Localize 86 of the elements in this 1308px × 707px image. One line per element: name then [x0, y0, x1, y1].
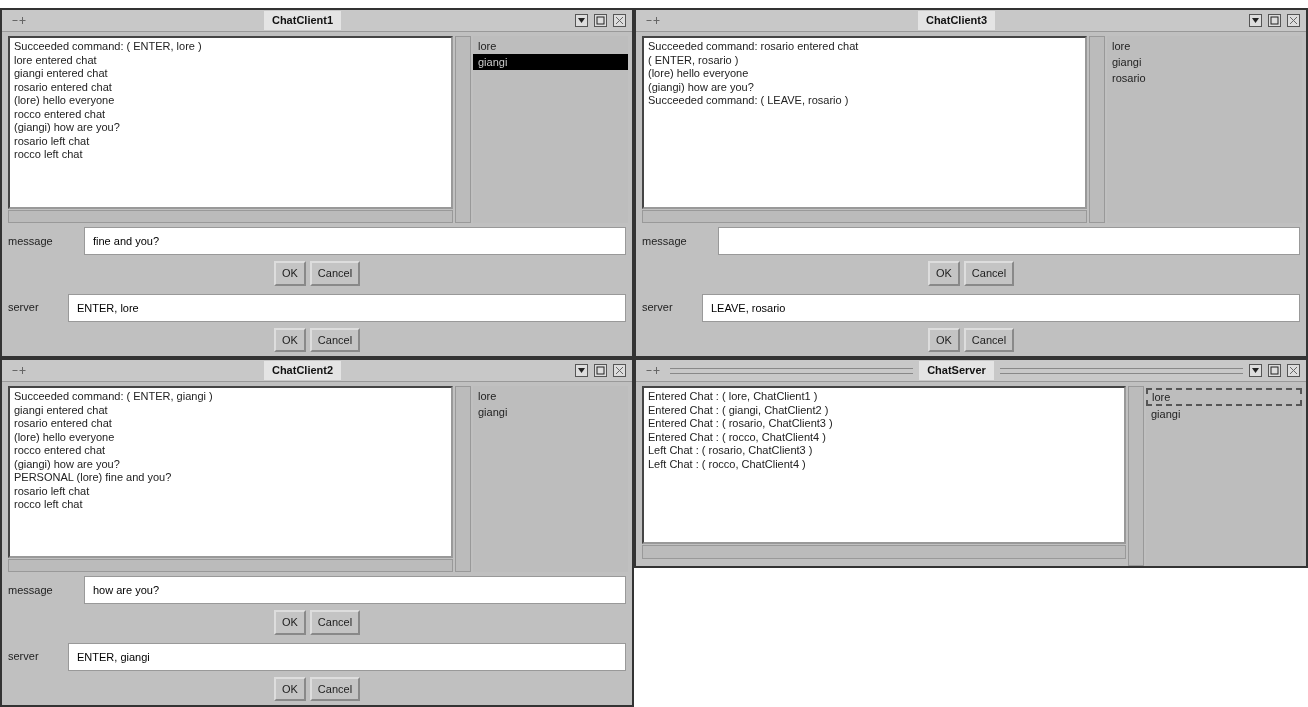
input-field[interactable]: fine and you? — [84, 227, 626, 255]
maximize-icon[interactable] — [1268, 364, 1281, 377]
log-line: rocco left chat — [14, 498, 84, 512]
cancel-button[interactable]: Cancel — [309, 676, 361, 701]
log-line: rocco entered chat — [14, 107, 107, 121]
field-label: message — [8, 582, 54, 598]
log-line: rocco left chat — [14, 148, 84, 162]
user-list-item[interactable]: lore — [473, 388, 628, 404]
field-label: message — [642, 233, 688, 249]
ok-button[interactable]: OK — [273, 327, 306, 352]
user-list-item[interactable]: rosario — [1107, 70, 1302, 86]
log-line: Left Chat : ( rosario, ChatClient3 ) — [648, 444, 814, 458]
user-list-item[interactable]: lore — [1146, 388, 1302, 406]
log-line: rosario left chat — [14, 484, 91, 498]
log-line: rosario left chat — [14, 134, 91, 148]
user-list-item[interactable]: giangi — [473, 404, 628, 420]
input-field[interactable]: LEAVE, rosario — [702, 293, 1300, 322]
input-field[interactable] — [718, 227, 1300, 255]
log-line: (giangi) how are you? — [648, 80, 755, 94]
user-list-item[interactable]: lore — [1107, 38, 1302, 54]
minimize-icon[interactable] — [575, 14, 588, 27]
maximize-icon[interactable] — [594, 364, 607, 377]
cancel-button[interactable]: Cancel — [309, 327, 361, 352]
ok-button[interactable]: OK — [273, 676, 306, 701]
input-field[interactable]: ENTER, lore — [68, 293, 626, 322]
log-line: Succeeded command: ( LEAVE, rosario ) — [648, 94, 850, 108]
field-label: server — [8, 300, 40, 316]
log-line: Entered Chat : ( rocco, ChatClient4 ) — [648, 430, 827, 444]
close-icon[interactable] — [613, 364, 626, 377]
horizontal-scrollbar[interactable] — [642, 545, 1126, 559]
field-label: server — [642, 300, 674, 316]
close-icon[interactable] — [613, 14, 626, 27]
log-line: (lore) hello everyone — [648, 67, 750, 81]
horizontal-scrollbar[interactable] — [642, 209, 1087, 223]
maximize-icon[interactable] — [1268, 14, 1281, 27]
vertical-scrollbar[interactable] — [1089, 36, 1105, 223]
maximize-icon[interactable] — [594, 14, 607, 27]
minimize-icon[interactable] — [1249, 14, 1262, 27]
input-field[interactable]: how are you? — [84, 576, 626, 604]
ok-button[interactable]: OK — [927, 327, 960, 352]
log-line: (lore) hello everyone — [14, 430, 116, 444]
close-icon[interactable] — [1287, 364, 1300, 377]
user-list-item[interactable]: giangi — [1146, 406, 1302, 422]
cancel-button[interactable]: Cancel — [963, 327, 1015, 352]
log-line: Succeeded command: ( ENTER, lore ) — [14, 40, 203, 54]
log-line: lore entered chat — [14, 53, 98, 67]
log-line: rosario entered chat — [14, 417, 113, 431]
window-title: ChatClient3 — [917, 11, 996, 30]
log-line: (lore) hello everyone — [14, 94, 116, 108]
log-line: rocco entered chat — [14, 444, 107, 458]
field-label: message — [8, 233, 54, 249]
input-field[interactable]: ENTER, giangi — [68, 642, 626, 671]
log-line: Entered Chat : ( lore, ChatClient1 ) — [648, 390, 819, 404]
horizontal-scrollbar[interactable] — [8, 209, 453, 223]
user-list-item[interactable]: giangi — [1107, 54, 1302, 70]
log-line: Entered Chat : ( rosario, ChatClient3 ) — [648, 417, 834, 431]
close-icon[interactable] — [1287, 14, 1300, 27]
log-line: PERSONAL (lore) fine and you? — [14, 471, 173, 485]
vertical-scrollbar[interactable] — [455, 386, 471, 572]
log-line: Succeeded command: rosario entered chat — [648, 40, 860, 54]
cancel-button[interactable]: Cancel — [963, 261, 1015, 286]
ok-button[interactable]: OK — [273, 610, 306, 635]
user-list-item[interactable]: lore — [473, 38, 628, 54]
field-label: server — [8, 649, 40, 665]
ok-button[interactable]: OK — [927, 261, 960, 286]
log-line: giangi entered chat — [14, 67, 109, 81]
vertical-scrollbar[interactable] — [455, 36, 471, 223]
cancel-button[interactable]: Cancel — [309, 261, 361, 286]
minimize-icon[interactable] — [1249, 364, 1262, 377]
log-line: ( ENTER, rosario ) — [648, 53, 740, 67]
window-title: ChatClient2 — [263, 361, 342, 380]
log-line: Succeeded command: ( ENTER, giangi ) — [14, 390, 214, 404]
log-line: Left Chat : ( rocco, ChatClient4 ) — [648, 457, 807, 471]
minimize-icon[interactable] — [575, 364, 588, 377]
cancel-button[interactable]: Cancel — [309, 610, 361, 635]
window-title: ChatClient1 — [263, 11, 342, 30]
log-line: Entered Chat : ( giangi, ChatClient2 ) — [648, 403, 830, 417]
user-list-item[interactable]: giangi — [473, 54, 628, 70]
ok-button[interactable]: OK — [273, 261, 306, 286]
log-line: (giangi) how are you? — [14, 457, 121, 471]
log-line: giangi entered chat — [14, 403, 109, 417]
horizontal-scrollbar[interactable] — [8, 558, 453, 572]
window-title: ChatServer — [919, 361, 994, 380]
log-line: (giangi) how are you? — [14, 121, 121, 135]
log-line: rosario entered chat — [14, 80, 113, 94]
vertical-scrollbar[interactable] — [1128, 386, 1144, 566]
